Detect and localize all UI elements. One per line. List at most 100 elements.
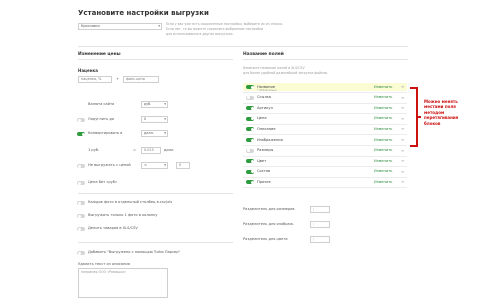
add-export-toggle[interactable] xyxy=(77,251,85,255)
field-row[interactable]: Прочее Изменить ≡ xyxy=(243,178,407,186)
field-rename-link[interactable]: Изменить xyxy=(374,159,392,163)
field-rename-link[interactable]: Изменить xyxy=(374,148,392,152)
field-name: Состав xyxy=(257,169,271,174)
fixed-price-input[interactable]: фикс.цена xyxy=(123,76,159,83)
sep-colors-label: Разделитель для цвета xyxy=(243,237,288,241)
field-row[interactable]: Артикул Изменить ≡ xyxy=(243,104,407,112)
drag-handle-icon[interactable]: ≡ xyxy=(401,95,404,100)
convert-toggle[interactable] xyxy=(77,132,85,136)
drag-handle-icon[interactable]: ≡ xyxy=(401,179,404,184)
price-photo-divider xyxy=(78,193,233,194)
field-rename-link[interactable]: Изменить xyxy=(374,180,392,184)
round-toggle[interactable] xyxy=(77,118,85,122)
field-name: Описание xyxy=(257,126,276,131)
drag-handle-icon[interactable]: ≡ xyxy=(401,158,404,163)
field-row[interactable]: Состав Изменить ≡ xyxy=(243,168,407,176)
field-separator xyxy=(243,187,407,189)
preset-hint-3: для использования в других выгрузках. xyxy=(166,32,234,36)
annotation-note: Можно менять местами поля методом перетя… xyxy=(424,99,478,126)
fields-section-title: Название полей xyxy=(243,52,284,57)
field-rename-link[interactable]: Изменить xyxy=(374,85,392,89)
sep-sizes-input[interactable]: ; xyxy=(310,206,330,213)
field-name: Артикул xyxy=(257,105,273,110)
hide-price-toggle[interactable] xyxy=(77,164,85,168)
currency-label: Валюта сайта xyxy=(88,102,115,106)
field-rename-link[interactable]: Изменить xyxy=(374,106,392,110)
rate-equals: = xyxy=(133,148,137,152)
fields-divider xyxy=(243,59,408,60)
field-row[interactable]: Изображения Изменить ≡ xyxy=(243,136,407,144)
hide-price-op-value: < xyxy=(144,163,147,167)
field-name: Изображения xyxy=(257,137,283,142)
round-select-value: 0 xyxy=(144,117,147,121)
field-toggle[interactable] xyxy=(246,95,254,100)
fields-hint-1: Измените название полей в XLS/CSV xyxy=(243,66,305,70)
drag-handle-icon[interactable]: ≡ xyxy=(401,116,404,121)
textarea-placeholder: например ООО «Ромашка» xyxy=(81,270,127,274)
fields-hint-2: для более удобной дальнейшей загрузки фа… xyxy=(243,71,328,75)
field-toggle[interactable] xyxy=(246,148,254,153)
round-select[interactable]: 0 ▾ xyxy=(141,116,168,123)
hide-price-value-input[interactable]: 0 xyxy=(176,162,190,169)
chevron-down-icon: ▾ xyxy=(164,131,166,135)
convert-select[interactable]: долл. ▾ xyxy=(141,130,168,137)
each-photo-label: Каждое фото в отдельный столбец в.csv/xl… xyxy=(88,200,173,204)
add-export-label: Добавить "Выгружено с помощью Turbo Парс… xyxy=(88,250,181,254)
field-rename-link[interactable]: Изменить xyxy=(374,95,392,99)
convert-select-value: долл. xyxy=(144,131,154,135)
rate-unit: долл. xyxy=(164,148,175,152)
hide-price-label: Не выгружать с ценой xyxy=(88,163,131,167)
photo-extra-divider xyxy=(78,242,233,243)
one-photo-toggle[interactable] xyxy=(77,214,85,218)
drag-handle-icon[interactable]: ≡ xyxy=(401,169,404,174)
field-toggle[interactable] xyxy=(246,159,254,164)
field-toggle[interactable] xyxy=(246,169,254,174)
field-rename-link[interactable]: Изменить xyxy=(374,127,392,131)
field-name: Цена xyxy=(257,116,267,121)
price-no-rub-label: Цена без «руб» xyxy=(88,180,118,184)
remove-text-label: Удалить текст из описания xyxy=(78,262,130,266)
sep-colors-input[interactable]: ; xyxy=(310,236,330,243)
remove-text-textarea[interactable]: например ООО «Ромашка» xyxy=(78,268,168,298)
field-row[interactable]: Название * Обязательно Изменить ≡ xyxy=(243,83,407,92)
markup-label: Наценка xyxy=(78,68,98,73)
currency-select[interactable]: руб. ▾ xyxy=(141,101,168,108)
field-row[interactable]: Цена Изменить ≡ xyxy=(243,115,407,123)
field-row[interactable]: Размеры Изменить ≡ xyxy=(243,147,407,155)
field-toggle[interactable] xyxy=(246,127,254,132)
field-rename-link[interactable]: Изменить xyxy=(374,169,392,173)
field-toggle[interactable] xyxy=(246,85,254,89)
preset-select[interactable]: Кроссовки ▾ xyxy=(78,23,162,30)
drag-handle-icon[interactable]: ≡ xyxy=(401,105,404,110)
convert-label: Конвертировать в xyxy=(88,131,123,135)
field-row[interactable]: Цвет Изменить ≡ xyxy=(243,157,407,165)
drag-handle-icon[interactable]: ≡ xyxy=(401,84,404,89)
field-toggle[interactable] xyxy=(246,116,254,121)
field-toggle[interactable] xyxy=(246,180,254,185)
field-toggle[interactable] xyxy=(246,106,254,111)
drag-handle-icon[interactable]: ≡ xyxy=(401,126,404,131)
chevron-down-icon: ▾ xyxy=(158,24,160,28)
settings-title: Установите настройки выгрузки xyxy=(78,9,209,17)
annotation-line: блоков xyxy=(424,120,441,126)
field-toggle[interactable] xyxy=(246,138,254,142)
field-row[interactable]: Ссылка Изменить ≡ xyxy=(243,94,407,102)
drag-handle-icon[interactable]: ≡ xyxy=(401,137,404,142)
field-row[interactable]: Описание Изменить ≡ xyxy=(243,125,407,133)
markup-input[interactable]: наценка, % xyxy=(78,76,112,83)
split-products-label: Делить товаров в XLS/CSV xyxy=(88,226,138,230)
price-no-rub-toggle[interactable] xyxy=(77,181,85,185)
red-bracket-icon xyxy=(410,87,421,147)
split-products-toggle[interactable] xyxy=(77,227,85,231)
sep-sizes-label: Разделитель для размеров xyxy=(243,207,295,211)
field-rename-link[interactable]: Изменить xyxy=(374,138,392,142)
hide-price-op-select[interactable]: < ▾ xyxy=(141,162,168,169)
preset-hint-1: Если у вас уже есть сохраненные настройк… xyxy=(166,22,284,26)
rate-input[interactable]: 0.013 xyxy=(141,147,161,154)
chevron-down-icon: ▾ xyxy=(164,117,166,121)
sep-images-input[interactable]: ; xyxy=(310,221,330,228)
field-rename-link[interactable]: Изменить xyxy=(374,116,392,120)
field-name: Название xyxy=(257,84,276,89)
drag-handle-icon[interactable]: ≡ xyxy=(401,148,404,153)
each-photo-toggle[interactable] xyxy=(77,201,85,205)
